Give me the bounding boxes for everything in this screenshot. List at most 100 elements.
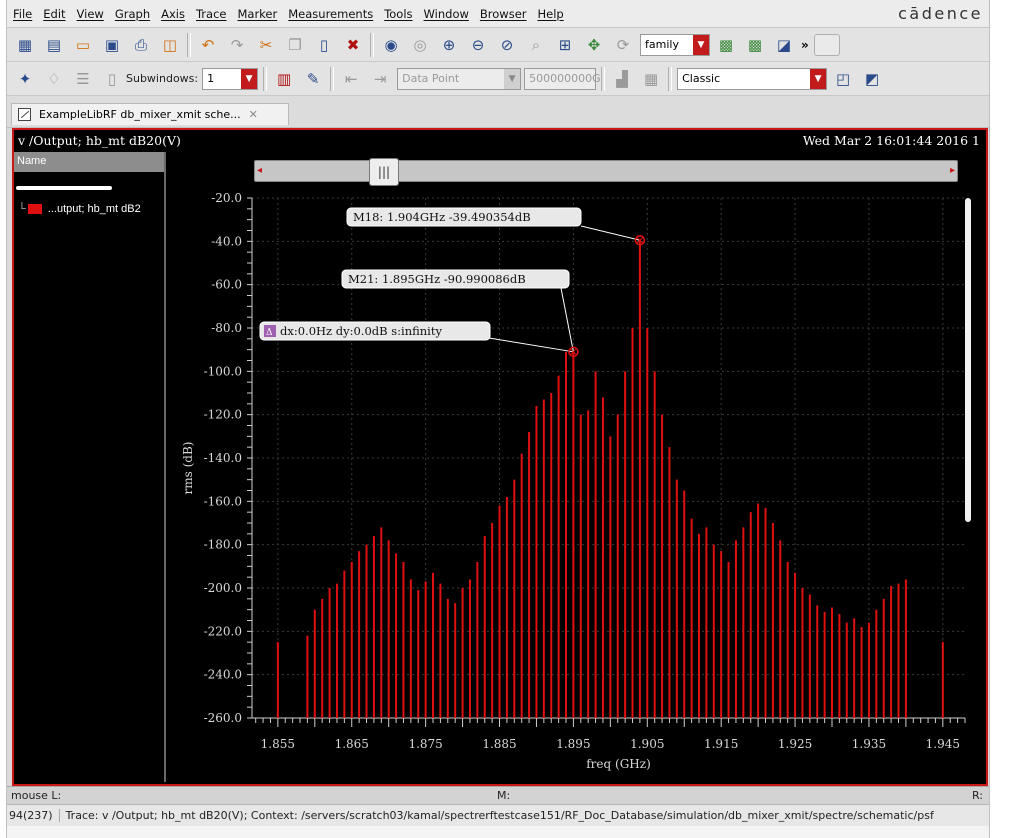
pan-icon[interactable]: ✥: [582, 33, 606, 57]
tree-branch-icon: └: [18, 203, 26, 215]
zoom-out-icon[interactable]: ⊖: [466, 33, 490, 57]
data-point-combo[interactable]: Data Point ▼: [397, 67, 522, 90]
bar-chart-icon[interactable]: ▥: [272, 67, 296, 91]
frequency-input[interactable]: 500000000G: [524, 67, 601, 90]
toolbar-separator: [263, 66, 268, 91]
data-point-value: Data Point: [402, 72, 460, 85]
x-tick-label: 1.945: [926, 737, 960, 751]
strip-chart-icon[interactable]: ▩: [714, 33, 738, 57]
menu-edit[interactable]: Edit: [43, 7, 65, 21]
stack-icon[interactable]: ☰: [71, 67, 95, 91]
cut-icon[interactable]: ✂: [254, 33, 278, 57]
chart-icon[interactable]: ◪: [772, 33, 796, 57]
graph-header: v /Output; hb_mt dB20(V) Wed Mar 2 16:01…: [14, 130, 986, 152]
save-icon[interactable]: ▣: [100, 33, 124, 57]
x-tick-label: 1.865: [335, 737, 369, 751]
y-tick-label: -160.0: [204, 494, 242, 508]
annotate-icon[interactable]: ✎: [301, 67, 325, 91]
move-right-icon[interactable]: ⇥: [368, 67, 392, 91]
chevron-down-icon: ▼: [504, 68, 521, 89]
menu-graph[interactable]: Graph: [115, 7, 150, 21]
magic-wand-icon[interactable]: ✦: [13, 67, 37, 91]
toolbar-handle[interactable]: [813, 33, 840, 56]
fit-icon[interactable]: ◉: [379, 33, 403, 57]
menu-browser[interactable]: Browser: [480, 7, 527, 21]
command-count: 94(237): [7, 809, 60, 822]
new-window-icon[interactable]: ▦: [13, 33, 37, 57]
statistics-icon[interactable]: ▟: [610, 67, 634, 91]
paste-icon[interactable]: ▯: [312, 33, 336, 57]
y-tick-label: -80.0: [211, 321, 242, 335]
scroll-left-icon[interactable]: ◂: [257, 165, 262, 176]
zoom-in-icon[interactable]: ⊕: [437, 33, 461, 57]
marker-m21-label-text: M21: 1.895GHz -90.990086dB: [348, 272, 526, 286]
x-tick-label: 1.895: [556, 737, 590, 751]
x-tick-label: 1.855: [261, 737, 295, 751]
y-tick-label: -100.0: [204, 364, 242, 378]
x-tick-label: 1.935: [852, 737, 886, 751]
undo-icon[interactable]: ↶: [196, 33, 220, 57]
redo-icon[interactable]: ↷: [225, 33, 249, 57]
print-icon[interactable]: ⎙: [129, 33, 153, 57]
x-tick-label: 1.885: [482, 737, 516, 751]
menu-marker[interactable]: Marker: [237, 7, 277, 21]
new-subwindow-icon[interactable]: ▤: [42, 33, 66, 57]
graph-window[interactable]: -20.0 -40.0 -60.0 -80.0 -100.0 -120.0 -140.0 -1…: [12, 128, 988, 786]
refresh-icon[interactable]: ⟳: [611, 33, 635, 57]
y-tick-label: -260.0: [204, 711, 242, 725]
mouse-middle-status: M:: [497, 789, 511, 802]
graph-title: v /Output; hb_mt dB20(V): [18, 133, 181, 148]
frequency-value: 500000000G: [529, 72, 601, 85]
layout-combo-value: Classic: [682, 72, 721, 85]
horizontal-scrollbar[interactable]: ◂ ||| ▸: [254, 158, 958, 186]
tab-schematic[interactable]: ExampleLibRF db_mixer_xmit sche... ✕: [11, 103, 289, 125]
copy-icon[interactable]: ❐: [283, 33, 307, 57]
layout-combo[interactable]: Classic ▼: [677, 67, 828, 90]
calculator-icon[interactable]: ◫: [158, 33, 182, 57]
marker-m18-leader: [580, 225, 641, 241]
composite-chart-icon[interactable]: ▩: [743, 33, 767, 57]
scroll-right-icon[interactable]: ▸: [950, 165, 955, 176]
legend-trace-label: ...utput; hb_mt dB2: [47, 203, 141, 215]
status-tail: [7, 826, 989, 838]
open-folder-icon[interactable]: ▭: [71, 33, 95, 57]
menu-tools[interactable]: Tools: [384, 7, 412, 21]
y-tick-label: -120.0: [204, 408, 242, 422]
marker-m18-label-text: M18: 1.904GHz -39.490354dB: [353, 210, 531, 224]
subwindow-icon[interactable]: ▯: [100, 67, 124, 91]
scrollbar-thumb[interactable]: |||: [369, 158, 399, 186]
y-tick-label: -200.0: [204, 581, 242, 595]
tab-title: ExampleLibRF db_mixer_xmit sche...: [39, 108, 241, 121]
window-close-icon[interactable]: ◩: [860, 67, 884, 91]
legend-header: Name: [14, 152, 164, 172]
family-combo-value: family: [645, 38, 679, 51]
x-tick-label: 1.925: [778, 737, 812, 751]
mouse-left-status: mouse L:: [11, 789, 62, 802]
menu-measurements[interactable]: Measurements: [288, 7, 373, 21]
zoom-y-icon[interactable]: ⌕: [524, 33, 548, 57]
window-layout-icon[interactable]: ◰: [831, 67, 855, 91]
fit-y-icon[interactable]: ◎: [408, 33, 432, 57]
zoom-box-icon[interactable]: ⊞: [553, 33, 577, 57]
x-tick-label: 1.905: [630, 737, 664, 751]
menu-help[interactable]: Help: [538, 7, 564, 21]
menu-window[interactable]: Window: [424, 7, 469, 21]
calculator-small-icon[interactable]: ▦: [639, 67, 663, 91]
move-left-icon[interactable]: ⇤: [339, 67, 363, 91]
family-combo[interactable]: family ▼: [640, 33, 710, 56]
menu-trace[interactable]: Trace: [196, 7, 227, 21]
delete-icon[interactable]: ✖: [341, 33, 365, 57]
menu-axis[interactable]: Axis: [161, 7, 185, 21]
subwindows-input[interactable]: 1 ▼: [202, 67, 259, 90]
legend-trace-item[interactable]: └ ...utput; hb_mt dB2: [14, 201, 166, 217]
menu-file[interactable]: File: [13, 7, 32, 21]
cards-icon[interactable]: ♢: [42, 67, 66, 91]
zoom-x-icon[interactable]: ⊘: [495, 33, 519, 57]
more-tools-icon[interactable]: »: [801, 38, 809, 52]
menu-view[interactable]: View: [77, 7, 104, 21]
y-tick-label: -140.0: [204, 451, 242, 465]
vertical-scrollbar[interactable]: [965, 198, 971, 522]
tab-close-icon[interactable]: ✕: [249, 108, 258, 121]
trace-legend: Name └ ...utput; hb_mt dB2: [14, 152, 166, 782]
subwindows-label: Subwindows:: [126, 72, 199, 85]
